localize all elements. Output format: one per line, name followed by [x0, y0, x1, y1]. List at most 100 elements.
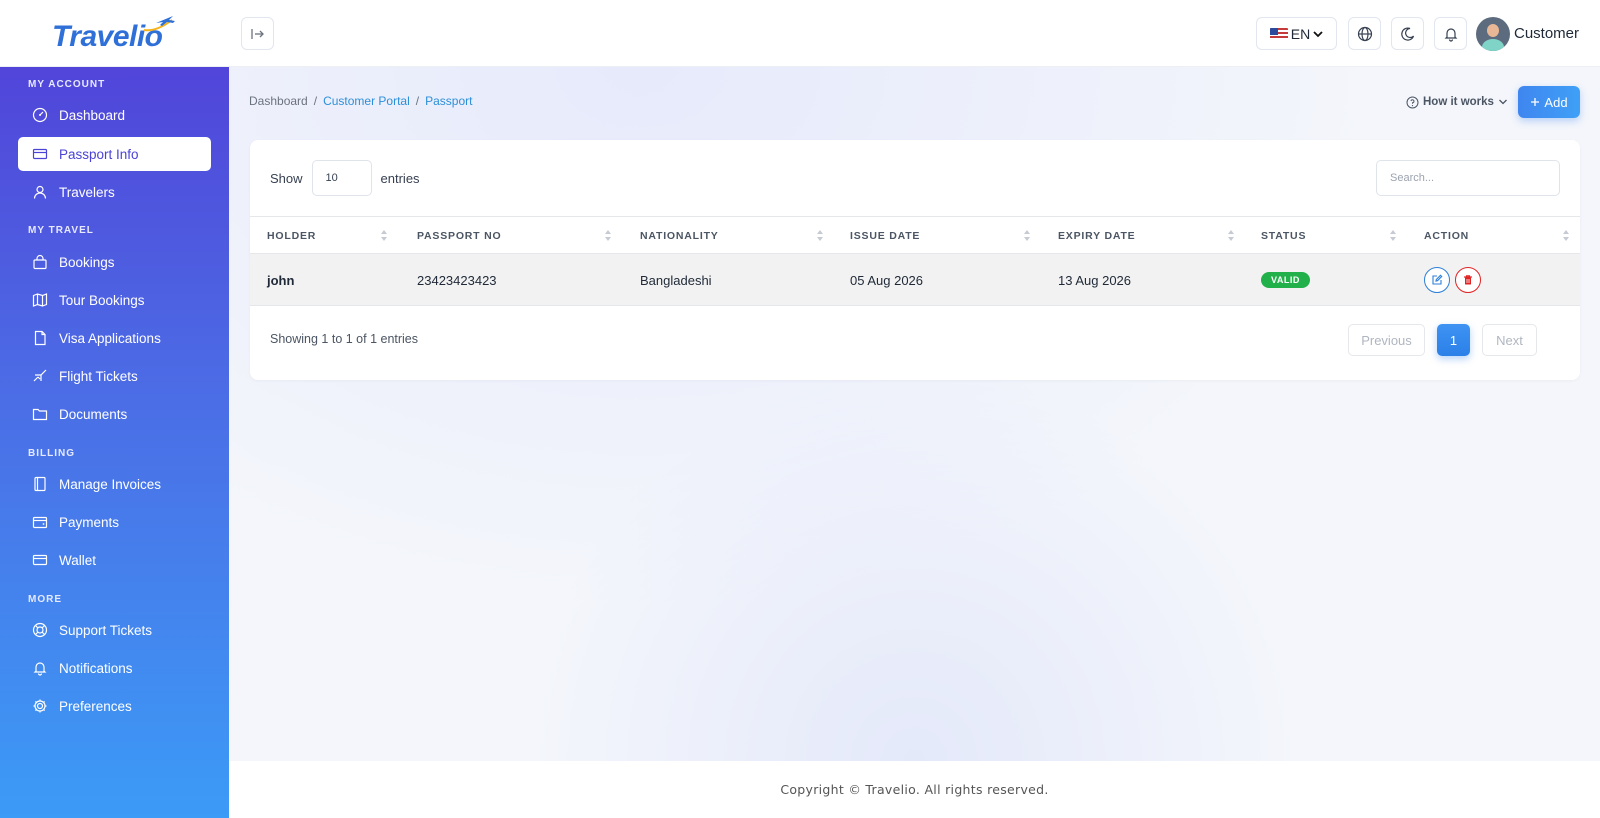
us-flag-icon: [1269, 27, 1288, 40]
plane-icon: [31, 367, 49, 385]
sidebar-item-notifications[interactable]: Notifications: [18, 651, 211, 685]
entries-control: Show 10 entries: [270, 160, 420, 196]
globe-button[interactable]: [1348, 17, 1381, 50]
entries-per-page-select[interactable]: 10: [311, 160, 372, 196]
sidebar-item-preferences[interactable]: Preferences: [18, 689, 211, 723]
wallet-icon: [31, 513, 49, 531]
edit-icon: [1432, 274, 1443, 285]
cell-passport-no: 23423423423: [417, 272, 497, 288]
breadcrumb-customer-portal[interactable]: Customer Portal: [323, 94, 410, 108]
lifebuoy-icon: [31, 621, 49, 639]
add-label: Add: [1544, 94, 1568, 110]
sidebar-item-bookings[interactable]: Bookings: [18, 245, 211, 279]
column-header-issue-date[interactable]: ISSUE DATE: [850, 217, 920, 255]
how-it-works-label: How it works: [1423, 96, 1494, 108]
collapse-icon: [250, 28, 264, 39]
sidebar-item-label: Documents: [59, 406, 128, 422]
sidebar-item-wallet[interactable]: Wallet: [18, 543, 211, 577]
travelio-logo[interactable]: Travelio: [50, 14, 180, 54]
column-header-expiry-date[interactable]: EXPIRY DATE: [1058, 217, 1135, 255]
breadcrumb-separator: /: [415, 94, 420, 108]
table-header: HOLDER PASSPORT NO NATIONALITY ISSUE DAT…: [250, 216, 1580, 254]
sort-icon[interactable]: [605, 229, 611, 243]
card-icon: [31, 145, 49, 163]
sidebar-item-label: Support Tickets: [59, 622, 153, 638]
breadcrumb-dashboard[interactable]: Dashboard: [249, 94, 308, 108]
column-label: HOLDER: [267, 230, 317, 242]
map-icon: [31, 291, 49, 309]
column-header-nationality[interactable]: NATIONALITY: [640, 217, 719, 255]
sidebar-item-label: Payments: [59, 514, 120, 530]
sort-icon[interactable]: [1024, 229, 1030, 243]
cell-expiry-date: 13 Aug 2026: [1058, 272, 1132, 288]
search-input[interactable]: [1376, 160, 1560, 196]
breadcrumb-passport: Passport: [425, 94, 473, 108]
sidebar-item-label: Preferences: [59, 698, 132, 714]
sort-icon[interactable]: [1390, 229, 1396, 243]
add-button[interactable]: Add: [1518, 86, 1580, 118]
copyright-text: Copyright © Travelio. All rights reserve…: [780, 782, 1049, 797]
section-label-my-account: MY ACCOUNT: [28, 79, 106, 90]
avatar: [1476, 16, 1510, 51]
help-circle-icon: [1406, 96, 1419, 108]
column-header-action[interactable]: ACTION: [1424, 217, 1469, 255]
column-header-passport-no[interactable]: PASSPORT NO: [417, 217, 501, 255]
cell-nationality: Bangladeshi: [640, 272, 712, 288]
plus-icon: [1531, 98, 1540, 106]
sidebar-item-label: Bookings: [59, 254, 115, 270]
how-it-works-dropdown[interactable]: How it works: [1406, 91, 1508, 113]
sidebar-item-label: Travelers: [59, 184, 115, 200]
breadcrumb: Dashboard / Customer Portal / Passport: [249, 94, 472, 108]
sidebar-item-manage-invoices[interactable]: Manage Invoices: [18, 467, 211, 501]
language-selector[interactable]: EN: [1256, 17, 1337, 50]
folder-icon: [31, 405, 49, 423]
globe-icon: [1357, 26, 1372, 41]
edit-button[interactable]: [1424, 267, 1450, 293]
cell-action: [1424, 254, 1481, 306]
previous-page-button[interactable]: Previous: [1348, 324, 1425, 356]
user-icon: [31, 183, 49, 201]
page-number-button[interactable]: 1: [1437, 324, 1470, 356]
sidebar-item-tour-bookings[interactable]: Tour Bookings: [18, 283, 211, 317]
column-label: STATUS: [1261, 230, 1307, 242]
column-header-holder[interactable]: HOLDER: [267, 217, 316, 255]
bell-icon: [31, 659, 49, 677]
passport-table-card: Show 10 entries HOLDER PASSPORT NO NATIO…: [250, 140, 1580, 380]
sidebar-item-flight-tickets[interactable]: Flight Tickets: [18, 359, 211, 393]
sidebar-item-visa-applications[interactable]: Visa Applications: [18, 321, 211, 355]
sort-icon[interactable]: [817, 229, 823, 243]
sidebar-item-dashboard[interactable]: Dashboard: [18, 98, 211, 132]
sidebar-item-documents[interactable]: Documents: [18, 397, 211, 431]
bag-icon: [31, 253, 49, 271]
next-page-button[interactable]: Next: [1482, 324, 1537, 356]
sidebar-item-label: Passport Info: [59, 146, 139, 162]
sidebar-item-label: Flight Tickets: [59, 368, 138, 384]
sidebar-item-payments[interactable]: Payments: [18, 505, 211, 539]
table-row: john 23423423423 Bangladeshi 05 Aug 2026…: [250, 254, 1580, 306]
user-menu[interactable]: Customer: [1476, 16, 1579, 51]
sidebar-item-label: Visa Applications: [59, 330, 161, 346]
delete-button[interactable]: [1455, 267, 1481, 293]
entries-label: entries: [380, 170, 420, 186]
gear-icon: [31, 697, 49, 715]
sidebar-item-label: Wallet: [59, 552, 97, 568]
sidebar-item-passport-info[interactable]: Passport Info: [18, 137, 211, 171]
file-icon: [31, 329, 49, 347]
sidebar-item-travelers[interactable]: Travelers: [18, 175, 211, 209]
column-header-status[interactable]: STATUS: [1261, 217, 1306, 255]
section-label-my-travel: MY TRAVEL: [28, 225, 94, 236]
cell-issue-date: 05 Aug 2026: [850, 272, 924, 288]
book-icon: [31, 475, 49, 493]
notifications-button[interactable]: [1434, 17, 1467, 50]
sort-icon[interactable]: [1563, 229, 1569, 243]
bell-icon: [1444, 27, 1457, 42]
sort-icon[interactable]: [1228, 229, 1234, 243]
sort-icon[interactable]: [381, 229, 387, 243]
main-content: Dashboard / Customer Portal / Passport H…: [229, 67, 1600, 761]
chevron-down-icon: [1498, 99, 1507, 105]
sidebar-item-support-tickets[interactable]: Support Tickets: [18, 613, 211, 647]
dark-mode-button[interactable]: [1391, 17, 1424, 50]
sidebar-collapse-button[interactable]: [241, 17, 274, 50]
entries-value: 10: [325, 172, 338, 184]
passport-table: HOLDER PASSPORT NO NATIONALITY ISSUE DAT…: [250, 216, 1580, 306]
